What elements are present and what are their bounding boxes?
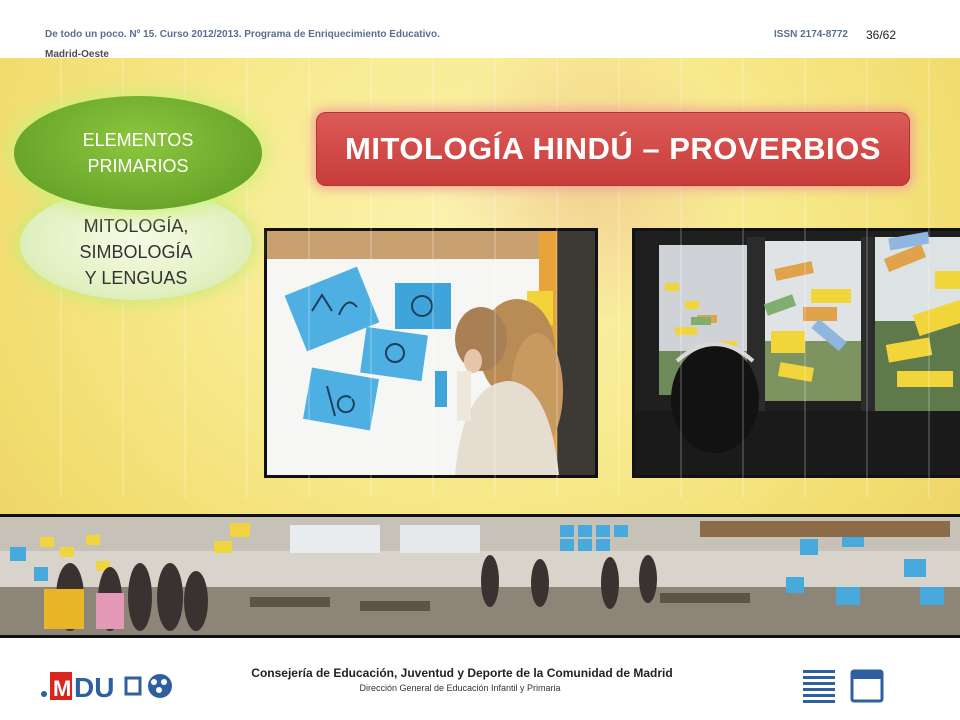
footer-ministry: Consejería de Educación, Juventud y Depo… (251, 666, 673, 680)
category-oval: ELEMENTOS PRIMARIOS (14, 96, 262, 210)
photo-classroom-panorama-image (0, 517, 960, 635)
issn-label: ISSN 2174-8772 (774, 29, 848, 40)
category-line-1: ELEMENTOS (82, 130, 194, 150)
page-number: 36/62 (866, 28, 897, 42)
photo-classroom-panorama (0, 514, 960, 638)
page-header: De todo un poco. Nº 15. Curso 2012/2013.… (0, 0, 960, 60)
photo-girl-symbols (264, 228, 598, 478)
slide-title: MITOLOGÍA HINDÚ – PROVERBIOS (316, 112, 910, 186)
subcategory-line-1: MITOLOGÍA, (83, 216, 189, 236)
photo-window-notes-image (635, 231, 960, 475)
index-icon[interactable] (802, 669, 836, 703)
subcategory-line-3: Y LENGUAS (84, 268, 188, 288)
category-line-2: PRIMARIOS (87, 156, 189, 176)
journal-title: De todo un poco. Nº 15. Curso 2012/2013.… (45, 29, 440, 40)
slide-canvas: ELEMENTOS PRIMARIOS MITOLOGÍA, SIMBOLOGÍ… (0, 58, 960, 638)
window-icon[interactable] (850, 669, 884, 703)
footer-direction: Dirección General de Educación Infantil … (359, 683, 561, 693)
photo-girl-symbols-image (267, 231, 595, 475)
subcategory-line-2: SIMBOLOGÍA (79, 242, 193, 262)
photo-window-notes (632, 228, 960, 478)
